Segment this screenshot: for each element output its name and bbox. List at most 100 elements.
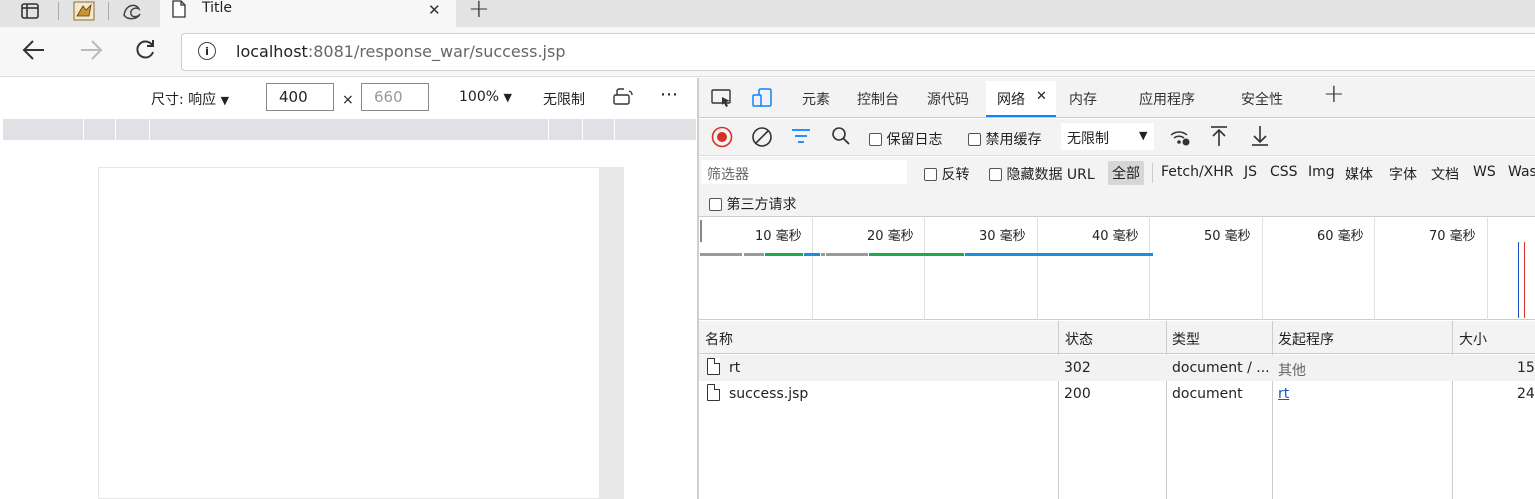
zoom-dropdown[interactable]: 100% ▼: [459, 89, 512, 105]
request-table-header: 名称 状态 类型 发起程序 大小: [699, 321, 1535, 354]
tick-line: [812, 218, 813, 320]
request-initiator: 其他: [1278, 363, 1306, 379]
invert-checkbox[interactable]: 反转: [924, 164, 969, 184]
network-conditions-icon[interactable]: [1169, 127, 1191, 151]
document-icon: [707, 384, 720, 401]
filter-type-js[interactable]: JS: [1244, 164, 1257, 180]
filter-type-ws[interactable]: WS: [1473, 164, 1496, 180]
filter-type-img[interactable]: Img: [1308, 164, 1335, 180]
third-party-checkbox[interactable]: 第三方请求: [709, 194, 796, 214]
column-type[interactable]: 类型: [1172, 329, 1200, 349]
url-text[interactable]: localhost:8081/response_war/success.jsp: [236, 42, 565, 61]
tab-actions-icon[interactable]: [20, 0, 40, 22]
filter-type-wasm[interactable]: Was: [1508, 164, 1535, 180]
column-separator[interactable]: [1166, 321, 1167, 499]
address-bar[interactable]: i localhost:8081/response_war/success.js…: [181, 33, 1535, 71]
tab-application[interactable]: 应用程序: [1139, 89, 1195, 109]
network-throttle-label[interactable]: 无限制: [543, 89, 585, 109]
tab-title: Title: [202, 0, 233, 16]
filter-type-doc[interactable]: 文档: [1431, 164, 1459, 184]
network-overview-timeline[interactable]: 10 毫秒 20 毫秒 30 毫秒 40 毫秒 50 毫秒 60 毫秒 70 毫…: [699, 218, 1535, 320]
more-tools-button[interactable]: +: [1323, 79, 1345, 109]
viewport-height-input[interactable]: 660: [361, 83, 429, 111]
waterfall-bar: [804, 253, 820, 256]
page-document-icon: [172, 0, 186, 22]
site-info-icon[interactable]: i: [198, 42, 216, 60]
filter-type-css[interactable]: CSS: [1270, 164, 1298, 180]
clear-icon[interactable]: [751, 126, 773, 152]
column-size[interactable]: 大小: [1459, 329, 1487, 349]
forward-icon[interactable]: [79, 39, 103, 65]
close-tab-icon[interactable]: ✕: [428, 1, 441, 19]
column-status[interactable]: 状态: [1065, 329, 1093, 349]
new-tab-button[interactable]: +: [468, 0, 490, 24]
request-size: 24: [1517, 386, 1535, 402]
column-separator[interactable]: [1452, 321, 1453, 499]
ruler-segment[interactable]: [614, 119, 615, 140]
ruler-segment[interactable]: [83, 119, 84, 140]
tab-memory[interactable]: 内存: [1069, 89, 1097, 109]
active-browser-tab[interactable]: Title ✕: [160, 0, 456, 27]
import-har-icon[interactable]: [1209, 125, 1229, 151]
tick-line: [1487, 218, 1488, 320]
request-size: 15: [1517, 360, 1535, 376]
waterfall-bar: [821, 253, 825, 256]
request-status: 302: [1064, 360, 1091, 376]
load-event-marker: [1524, 242, 1525, 318]
devtools-tab-strip: 元素 控制台 源代码 网络 ✕ 内存 应用程序 安全性 +: [699, 78, 1535, 118]
tab-sources[interactable]: 源代码: [927, 89, 969, 109]
close-network-tab-icon[interactable]: ✕: [1036, 89, 1047, 104]
request-name[interactable]: rt: [729, 360, 740, 376]
search-icon[interactable]: [831, 126, 851, 150]
filter-type-font[interactable]: 字体: [1389, 164, 1417, 184]
viewport-width-input[interactable]: 400: [266, 83, 334, 111]
column-separator[interactable]: [1272, 321, 1273, 499]
filter-separator: [1152, 163, 1153, 183]
ruler-segment[interactable]: [115, 119, 116, 140]
ruler-segment[interactable]: [582, 119, 583, 140]
table-row[interactable]: success.jsp 200 document rt 24: [699, 381, 1535, 407]
rotate-icon[interactable]: [612, 87, 634, 111]
device-size-dropdown[interactable]: 尺寸: 响应 ▼: [151, 89, 229, 109]
filter-icon[interactable]: [791, 128, 811, 148]
edge-favicon-icon[interactable]: [120, 0, 144, 22]
tab-divider: [108, 2, 109, 20]
record-icon[interactable]: [711, 126, 733, 152]
preserve-log-checkbox[interactable]: 保留日志: [869, 129, 942, 149]
emulated-viewport[interactable]: [98, 167, 600, 499]
waterfall-bar: [826, 253, 868, 256]
tomcat-favicon-icon[interactable]: [72, 0, 96, 22]
throttling-dropdown[interactable]: 无限制 ▼: [1061, 123, 1154, 150]
more-options-icon[interactable]: ⋯: [660, 84, 678, 105]
disable-cache-checkbox[interactable]: 禁用缓存: [968, 129, 1041, 149]
inspect-element-icon[interactable]: [711, 88, 733, 112]
viewport-scrollbar[interactable]: [599, 167, 624, 499]
tab-console[interactable]: 控制台: [857, 89, 899, 109]
device-emulation-icon[interactable]: [751, 87, 773, 113]
filter-type-all[interactable]: 全部: [1108, 161, 1144, 185]
column-initiator[interactable]: 发起程序: [1278, 329, 1334, 349]
ruler-segment[interactable]: [548, 119, 549, 140]
filter-type-media[interactable]: 媒体: [1345, 164, 1373, 184]
network-filter-bar: 筛选器 反转 隐藏数据 URL 全部 Fetch/XHR JS CSS Img …: [699, 157, 1535, 217]
tab-network[interactable]: 网络 ✕: [986, 81, 1056, 117]
request-initiator-link[interactable]: rt: [1278, 386, 1289, 402]
refresh-icon[interactable]: [134, 39, 156, 65]
column-separator[interactable]: [1058, 321, 1059, 499]
dom-content-loaded-marker: [1518, 242, 1519, 318]
tick-label: 10 毫秒: [755, 229, 802, 244]
tick-label: 70 毫秒: [1429, 229, 1476, 244]
filter-input[interactable]: 筛选器: [701, 160, 907, 184]
request-type: document: [1172, 386, 1243, 402]
table-row[interactable]: rt 302 document / ... 其他 15: [699, 355, 1535, 381]
hide-data-urls-checkbox[interactable]: 隐藏数据 URL: [989, 164, 1095, 184]
filter-type-fetch-xhr[interactable]: Fetch/XHR: [1161, 164, 1234, 180]
ruler-segment[interactable]: [149, 119, 150, 140]
request-name[interactable]: success.jsp: [729, 386, 808, 402]
export-har-icon[interactable]: [1250, 125, 1270, 151]
back-icon[interactable]: [22, 39, 46, 65]
tab-security[interactable]: 安全性: [1241, 89, 1283, 109]
tab-elements[interactable]: 元素: [802, 89, 830, 109]
column-name[interactable]: 名称: [705, 329, 733, 349]
document-icon: [707, 358, 720, 375]
